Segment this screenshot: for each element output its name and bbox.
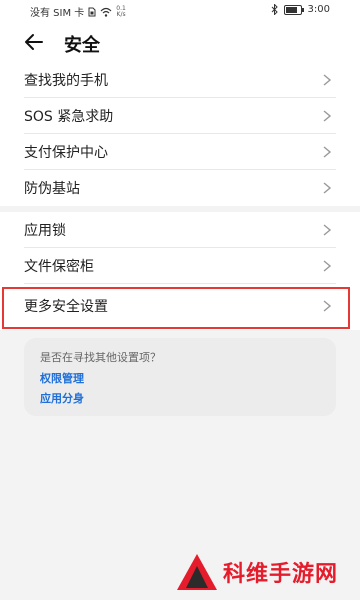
settings-item-label: 文件保密柜 xyxy=(24,259,94,275)
settings-item-sos[interactable]: SOS 紧急求助 xyxy=(0,98,360,134)
suggestions-card: 是否在寻找其他设置项？ 权限管理 应用分身 xyxy=(24,338,336,416)
watermark: 科维手游网 xyxy=(175,552,355,592)
suggestion-link-permissions[interactable]: 权限管理 xyxy=(40,370,84,386)
sim-icon xyxy=(88,7,96,16)
settings-item-find-phone[interactable]: 查找我的手机 xyxy=(0,62,360,98)
watermark-logo-icon xyxy=(177,554,217,590)
chevron-right-icon xyxy=(323,146,332,158)
settings-item-more-security[interactable]: 更多安全设置 xyxy=(0,284,360,328)
carrier-text: 没有 SIM 卡 xyxy=(30,8,85,19)
suggestion-link-app-twin[interactable]: 应用分身 xyxy=(40,390,84,406)
settings-item-payment-protection[interactable]: 支付保护中心 xyxy=(0,134,360,170)
chevron-right-icon xyxy=(323,110,332,122)
settings-item-label: 应用锁 xyxy=(24,223,66,239)
settings-group-2: 应用锁 文件保密柜 更多安全设置 xyxy=(0,212,360,330)
settings-item-label: 支付保护中心 xyxy=(24,145,108,161)
status-right: 3:00 xyxy=(271,4,330,15)
watermark-text: 科维手游网 xyxy=(223,562,339,587)
settings-group-1: 查找我的手机 SOS 紧急求助 支付保护中心 防伪基站 xyxy=(0,62,360,206)
page-title: 安全 xyxy=(64,35,100,56)
settings-item-label: 防伪基站 xyxy=(24,181,80,197)
arrow-left-icon[interactable] xyxy=(22,30,46,54)
battery-icon xyxy=(283,4,304,15)
page-header: 安全 xyxy=(0,22,360,62)
wifi-icon xyxy=(100,7,112,17)
chevron-right-icon xyxy=(323,182,332,194)
settings-item-app-lock[interactable]: 应用锁 xyxy=(0,212,360,248)
suggestions-question: 是否在寻找其他设置项？ xyxy=(40,351,161,364)
status-left: 没有 SIM 卡 0.1 K/s xyxy=(30,4,126,19)
settings-item-label: 查找我的手机 xyxy=(24,73,108,89)
settings-item-file-safe[interactable]: 文件保密柜 xyxy=(0,248,360,284)
chevron-right-icon xyxy=(323,300,332,312)
network-speed: 0.1 K/s xyxy=(116,4,126,18)
chevron-right-icon xyxy=(323,74,332,86)
bluetooth-icon xyxy=(271,4,278,15)
settings-item-label: 更多安全设置 xyxy=(24,299,108,315)
clock: 3:00 xyxy=(307,4,330,15)
chevron-right-icon xyxy=(323,260,332,272)
settings-item-pseudo-base-station[interactable]: 防伪基站 xyxy=(0,170,360,206)
chevron-right-icon xyxy=(323,224,332,236)
status-bar: 没有 SIM 卡 0.1 K/s 3:00 xyxy=(0,0,360,22)
settings-item-label: SOS 紧急求助 xyxy=(24,109,114,125)
